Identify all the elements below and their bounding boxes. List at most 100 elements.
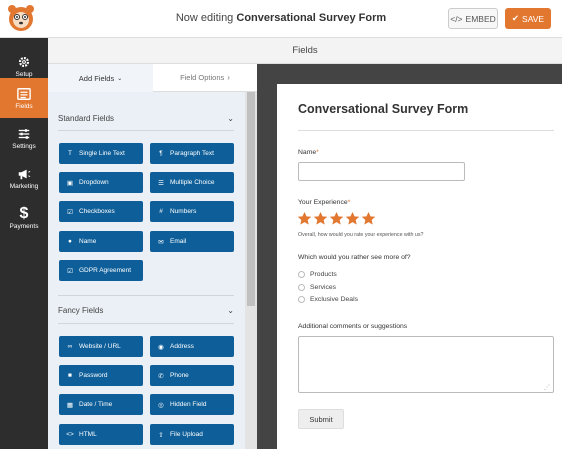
tab-label: Field Options [180,73,225,82]
nav-item-fields[interactable]: Fields [0,78,48,118]
list-icon: ☰ [158,179,164,187]
left-nav: Setup Fields Settings Marketing $ Paymen… [0,38,48,449]
field-button-multiple-choice[interactable]: ☰ Multiple Choice [150,172,234,193]
field-button-date-time[interactable]: ▦ Date / Time [59,394,143,415]
star-icon[interactable] [313,211,328,226]
rating-stars[interactable] [297,211,376,226]
star-icon[interactable] [329,211,344,226]
name-input[interactable] [298,162,465,181]
tab-add-fields[interactable]: Add Fields ⌄ [48,64,153,92]
title-prefix: Now editing [175,12,234,24]
phone-icon: ✆ [158,372,164,380]
required-mark: * [347,199,351,206]
standard-fields-header[interactable]: Standard Fields ⌄ [58,110,234,126]
field-button-label: Checkboxes [79,208,115,215]
chevron-down-icon: ⌄ [227,113,234,123]
option-label: Exclusive Deals [310,296,358,303]
calendar-icon: ▦ [66,401,74,409]
field-button-email[interactable]: ✉ Email [150,231,234,252]
comments-field-label[interactable]: Additional comments or suggestions [298,323,407,330]
star-icon[interactable] [361,211,376,226]
field-button-dropdown[interactable]: ▣ Dropdown [59,172,143,193]
text-icon: T [68,150,72,157]
field-button-numbers[interactable]: # Numbers [150,201,234,222]
user-icon: ● [68,238,72,245]
embed-label: EMBED [465,13,496,24]
gear-icon [18,56,30,67]
field-button-label: File Upload [170,431,203,438]
field-button-label: Date / Time [79,401,113,408]
nav-item-payments[interactable]: $ Payments [0,198,48,238]
lock-icon: ■ [68,372,72,379]
dropdown-icon: ▣ [66,179,74,187]
save-label: SAVE [522,13,545,24]
field-button-label: Email [170,238,187,245]
field-button-html[interactable]: <> HTML [59,424,143,445]
radio-option-services[interactable]: Services [298,284,336,291]
submit-button[interactable]: Submit [298,409,344,429]
form-preview [277,84,562,449]
section-title: Fancy Fields [58,305,104,315]
radio-button[interactable] [298,284,305,291]
embed-button[interactable]: </> EMBED [448,8,498,29]
field-button-address[interactable]: ◉ Address [150,336,234,357]
panel-scrollbar-thumb[interactable] [247,92,255,306]
checkbox-icon: ☑ [67,208,73,216]
star-icon[interactable] [297,211,312,226]
field-button-gdpr-agreement[interactable]: ☑ GDPR Agreement [59,260,143,281]
eye-slash-icon: ◎ [158,401,164,409]
radio-button[interactable] [298,271,305,278]
field-button-password[interactable]: ■ Password [59,365,143,386]
field-button-label: Dropdown [79,179,109,186]
code-icon: <> [66,431,74,438]
field-button-phone[interactable]: ✆ Phone [150,365,234,386]
save-button[interactable]: ✔ SAVE [505,8,551,29]
link-icon: ∞ [67,343,73,350]
map-pin-icon: ◉ [158,343,164,351]
tab-field-options[interactable]: Field Options › [153,64,257,92]
nav-item-marketing[interactable]: Marketing [0,158,48,198]
checkbox-icon: ☑ [67,267,73,275]
field-button-label: HTML [79,431,97,438]
field-button-label: Paragraph Text [170,150,214,157]
field-button-name[interactable]: ● Name [59,231,143,252]
experience-field-label[interactable]: Your Experience* [298,199,350,206]
section-title: Standard Fields [58,113,115,123]
field-button-website-url[interactable]: ∞ Website / URL [59,336,143,357]
star-icon[interactable] [345,211,360,226]
field-button-single-line-text[interactable]: T Single Line Text [59,143,143,164]
field-button-file-upload[interactable]: ⇧ File Upload [150,424,234,445]
more-field-label[interactable]: Which would you rather see more of? [298,254,411,261]
nav-item-settings[interactable]: Settings [0,118,48,158]
field-button-label: Hidden Field [170,401,207,408]
field-button-label: Phone [170,372,189,379]
radio-option-products[interactable]: Products [298,271,337,278]
name-field-label[interactable]: Name* [298,149,319,156]
field-button-label: GDPR Agreement [79,267,132,274]
radio-option-exclusive-deals[interactable]: Exclusive Deals [298,296,358,303]
field-button-paragraph-text[interactable]: ¶ Paragraph Text [150,143,234,164]
field-button-checkboxes[interactable]: ☑ Checkboxes [59,201,143,222]
field-button-hidden-field[interactable]: ◎ Hidden Field [150,394,234,415]
nav-label: Payments [9,223,39,230]
fields-header: Fields [48,38,562,64]
field-button-label: Website / URL [79,343,121,350]
fancy-fields-header[interactable]: Fancy Fields ⌄ [58,302,234,318]
chevron-down-icon: ⌄ [117,75,123,82]
comments-textarea[interactable] [298,336,554,393]
nav-label: Settings [12,142,36,150]
nav-label: Setup [15,70,33,78]
required-mark: * [316,149,319,156]
radio-button[interactable] [298,296,305,303]
divider [58,130,234,131]
hash-icon: # [159,208,163,215]
megaphone-icon [18,169,31,179]
form-name: Conversational Survey Form [236,12,387,24]
dollar-icon: $ [19,205,29,222]
label-text: Your Experience [298,199,348,206]
resize-handle-icon[interactable]: ⋰ [544,384,550,391]
label-text: Name [298,149,317,156]
chevron-right-icon: › [227,73,230,82]
upload-icon: ⇧ [158,431,164,439]
code-icon: </> [450,13,463,24]
